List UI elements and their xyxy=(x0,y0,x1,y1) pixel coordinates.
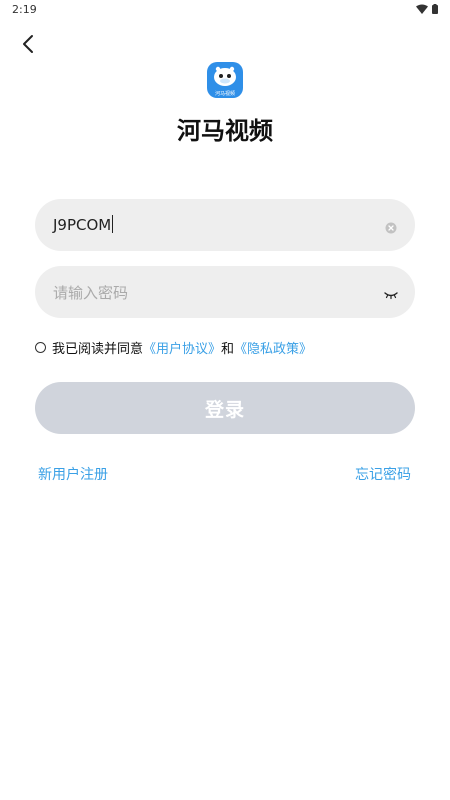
agreement-checkbox[interactable] xyxy=(35,341,46,353)
text-caret xyxy=(112,215,114,233)
user-agreement-link[interactable]: 《用户协议》 xyxy=(143,338,221,357)
status-bar: 2:19 xyxy=(0,0,450,22)
logo-text: 河马视频 xyxy=(215,90,235,97)
agreement-row: 我已阅读并同意 《用户协议》 和 《隐私政策》 xyxy=(35,338,312,357)
username-field[interactable]: J9PCOM xyxy=(35,199,415,251)
username-input[interactable]: J9PCOM xyxy=(53,215,114,234)
username-value: J9PCOM xyxy=(53,216,112,234)
wifi-icon xyxy=(416,4,428,14)
agreement-conjunction: 和 xyxy=(221,341,235,357)
forgot-password-link[interactable]: 忘记密码 xyxy=(355,464,411,484)
clear-icon xyxy=(385,222,397,234)
register-link[interactable]: 新用户注册 xyxy=(38,464,108,484)
agreement-prefix: 我已阅读并同意 xyxy=(52,341,144,357)
status-icons xyxy=(416,4,438,14)
password-field[interactable]: 请输入密码 xyxy=(35,266,415,318)
password-placeholder: 请输入密码 xyxy=(53,284,129,302)
login-button[interactable]: 登录 xyxy=(35,382,415,434)
app-name: 河马视频 xyxy=(177,117,273,145)
privacy-policy-link[interactable]: 《隐私政策》 xyxy=(234,338,312,357)
app-logo: 河马视频 xyxy=(205,60,245,100)
chevron-left-icon xyxy=(23,35,33,53)
clear-button[interactable] xyxy=(385,219,397,234)
back-button[interactable] xyxy=(14,30,42,58)
eye-closed-icon xyxy=(384,292,398,300)
toggle-password-visibility-button[interactable] xyxy=(383,286,399,300)
status-time: 2:19 xyxy=(12,3,37,16)
battery-icon xyxy=(432,4,438,14)
